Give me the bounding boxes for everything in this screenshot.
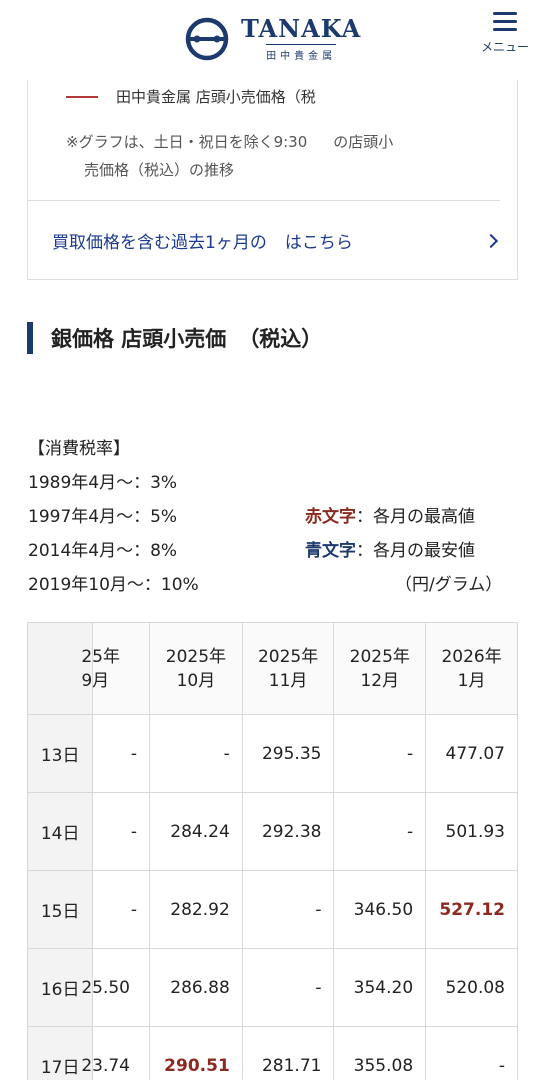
- link-label: 買取価格を含む過去1ヶ月の: [52, 233, 267, 253]
- price-cell: 477.07: [425, 714, 518, 793]
- price-cell: 295.35: [241, 714, 335, 793]
- note-line1-end: の店頭小: [333, 133, 394, 151]
- column-header: 25年 9月: [81, 622, 151, 715]
- chevron-right-icon: [483, 233, 499, 248]
- price-cell-monthly-high: 290.51: [149, 1026, 243, 1080]
- price-cell: 23.74: [81, 1026, 151, 1080]
- column-header: 2025年 12月: [333, 622, 427, 715]
- tax-rate-item: 1989年4月〜：3%: [28, 473, 178, 493]
- price-cell: -: [92, 714, 151, 793]
- past-month-link[interactable]: 買取価格を含む過去1ヶ月の はこちら: [52, 228, 502, 253]
- color-legend: 赤文字：各月の最高値 青文字：各月の最安値: [305, 500, 475, 568]
- site-header: TANAKA 田中貴金属 メニュー: [0, 0, 545, 80]
- tax-rate-item: 2019年10月〜：10%: [28, 575, 199, 595]
- price-cell: -: [92, 870, 151, 949]
- tax-rate-item: 2014年4月〜：8%: [28, 541, 178, 561]
- price-cell: 354.20: [333, 948, 427, 1027]
- table-row: 13日 - - 295.35 - 477.07: [27, 714, 518, 793]
- tax-rate-item: 1997年4月〜：5%: [28, 507, 178, 527]
- price-cell-monthly-high: 527.12: [425, 870, 518, 949]
- day-cell: 15日: [27, 870, 94, 949]
- blue-text-label: 青文字: [305, 541, 356, 561]
- legend-label: 田中貴金属 店頭小売価格（税: [116, 88, 316, 106]
- price-cell: 520.08: [425, 948, 518, 1027]
- column-header: 2025年 11月: [241, 622, 335, 715]
- price-table-scroll[interactable]: 25年 9月 2025年 10月 2025年 11月 2025年 12月 2026年 1月…: [27, 622, 518, 1080]
- table-row: 16日 25.50 286.88 - 354.20 520.08: [27, 948, 518, 1027]
- table-row: 14日 - 284.24 292.38 - 501.93: [27, 792, 518, 871]
- hamburger-icon: [493, 12, 517, 32]
- blue-text-desc: ：各月の最安値: [356, 541, 475, 561]
- menu-button[interactable]: メニュー: [474, 12, 536, 55]
- chart-note: ※グラフは、土日・祝日を除く9:30 の店頭小 売価格（税込）の推移: [66, 128, 486, 184]
- chart-info-box: 田中貴金属 店頭小売価格（税 ※グラフは、土日・祝日を除く9:30 の店頭小 売価…: [27, 80, 518, 280]
- menu-label: メニュー: [480, 40, 529, 54]
- tax-rate-info: 【消費税率】 1989年4月〜：3% 1997年4月〜：5% 2014年4月〜：…: [28, 432, 199, 602]
- note-line2: 売価格（税込）の推移: [84, 161, 235, 179]
- red-text-label: 赤文字: [305, 507, 356, 527]
- price-cell: -: [333, 714, 427, 793]
- price-cell: 286.88: [149, 948, 243, 1027]
- price-cell: 281.71: [241, 1026, 335, 1080]
- table-header-row: 25年 9月 2025年 10月 2025年 11月 2025年 12月 2026年 1月: [27, 622, 518, 715]
- price-table: 25年 9月 2025年 10月 2025年 11月 2025年 12月 2026年 1月…: [27, 622, 518, 1080]
- link-label-end: はこちら: [284, 233, 353, 253]
- brand-subtitle: 田中貴金属: [266, 44, 337, 62]
- brand-name: TANAKA: [241, 14, 362, 43]
- price-cell: -: [333, 792, 427, 871]
- price-cell: -: [92, 792, 151, 871]
- unit-label: （円/グラム）: [395, 575, 503, 595]
- price-cell: 284.24: [149, 792, 243, 871]
- price-cell: -: [425, 1026, 518, 1080]
- price-cell: -: [149, 714, 243, 793]
- tanaka-logo-icon: [183, 16, 231, 62]
- note-line1: ※グラフは、土日・祝日を除く9:30: [66, 133, 308, 151]
- table-row: 15日 - 282.92 - 346.50 527.12: [27, 870, 518, 949]
- price-cell: 292.38: [241, 792, 335, 871]
- price-cell: 501.93: [425, 792, 518, 871]
- chart-legend: 田中貴金属 店頭小売価格（税: [66, 86, 316, 107]
- legend-line-swatch: [66, 95, 98, 98]
- day-cell: 13日: [27, 714, 94, 793]
- column-header: 2026年 1月: [425, 622, 518, 715]
- price-cell: -: [241, 948, 335, 1027]
- price-cell: 355.08: [333, 1026, 427, 1080]
- price-cell: 25.50: [81, 948, 151, 1027]
- day-cell: 14日: [27, 792, 94, 871]
- section-title: 銀価格 店頭小売価: [51, 327, 227, 351]
- divider: [28, 200, 500, 201]
- heading-bar: [27, 322, 33, 354]
- tanaka-logo[interactable]: TANAKA 田中貴金属: [183, 16, 361, 62]
- table-row: 17日 23.74 290.51 281.71 355.08 -: [27, 1026, 518, 1080]
- section-heading: 銀価格 店頭小売価 （税込）: [27, 322, 322, 354]
- tax-heading: 【消費税率】: [28, 439, 130, 459]
- price-cell: 346.50: [333, 870, 427, 949]
- column-header: 2025年 10月: [149, 622, 243, 715]
- red-text-desc: ：各月の最高値: [356, 507, 475, 527]
- price-cell: 282.92: [149, 870, 243, 949]
- price-cell: -: [241, 870, 335, 949]
- section-title-end: （税込）: [238, 327, 323, 351]
